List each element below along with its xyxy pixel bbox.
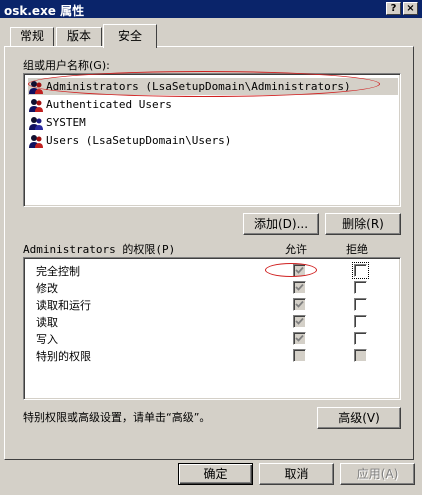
permission-label: 读取和运行 [36,299,91,312]
cancel-button[interactable]: 取消 [259,463,334,485]
user-group-icon [29,134,43,148]
allow-modify-checkbox[interactable] [293,281,306,294]
permission-label: 完全控制 [36,265,80,278]
deny-modify-checkbox[interactable] [354,281,367,294]
apply-button[interactable]: 应用(A) [340,463,415,485]
list-item[interactable]: SYSTEM [28,114,86,131]
permission-label: 特别的权限 [36,350,91,363]
checkmark-icon [295,283,304,291]
user-name: SYSTEM [46,116,86,129]
advanced-button[interactable]: 高级(V) [317,407,401,429]
deny-read-checkbox[interactable] [354,315,367,328]
deny-read-execute-checkbox[interactable] [354,298,367,311]
security-panel: 组或用户名称(G): Administrators (LsaSetupDomai… [4,46,414,460]
allow-write-checkbox[interactable] [293,332,306,345]
checkmark-icon [295,317,304,325]
user-group-icon [29,98,43,112]
user-name: Authenticated Users [46,98,172,111]
permissions-list: 完全控制 修改 读取和运行 读取 写入 特别的权限 [23,257,401,400]
permissions-label: Administrators 的权限(P) [23,243,176,256]
permission-label: 修改 [36,282,58,295]
allow-read-execute-checkbox[interactable] [293,298,306,311]
title-bar: osk.exe 属性 ? × [0,0,422,18]
tab-security[interactable]: 安全 [103,24,157,48]
tab-general[interactable]: 常规 [10,27,54,46]
deny-full-control-checkbox[interactable] [352,262,369,279]
deny-write-checkbox[interactable] [354,332,367,345]
allow-header: 允许 [285,243,307,256]
user-name: Users (LsaSetupDomain\Users) [46,134,232,147]
permission-label: 读取 [36,316,58,329]
list-item[interactable]: Authenticated Users [28,96,172,113]
users-group-label: 组或用户名称(G): [23,59,110,72]
checkmark-icon [295,300,304,308]
deny-header: 拒绝 [346,243,368,256]
window-title: osk.exe 属性 [4,4,85,18]
close-button[interactable]: × [403,2,418,15]
allow-special-checkbox[interactable] [293,349,306,362]
user-group-icon [29,116,43,130]
allow-read-checkbox[interactable] [293,315,306,328]
deny-special-checkbox[interactable] [354,349,367,362]
remove-user-button[interactable]: 删除(R) [325,213,401,235]
list-item[interactable]: Users (LsaSetupDomain\Users) [28,132,231,149]
annotation-ellipse [265,263,317,277]
checkmark-icon [295,334,304,342]
tab-version[interactable]: 版本 [56,27,102,46]
add-user-button[interactable]: 添加(D)... [243,213,319,235]
permission-label: 写入 [36,333,58,346]
ok-button[interactable]: 确定 [178,463,253,485]
advanced-hint: 特别权限或高级设置，请单击“高级”。 [23,411,211,424]
annotation-ellipse [28,71,380,97]
help-button[interactable]: ? [386,2,401,15]
